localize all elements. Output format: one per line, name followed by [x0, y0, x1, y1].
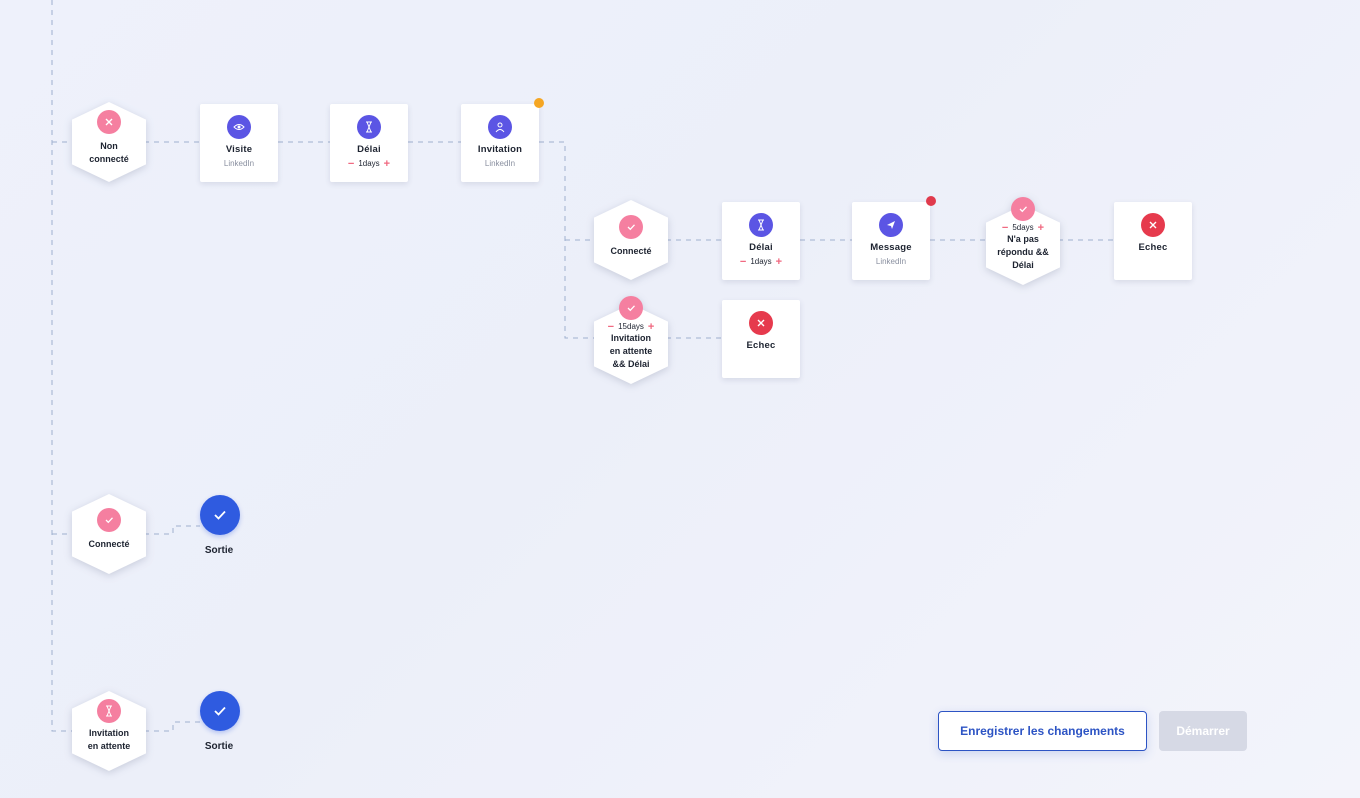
delay-stepper: − 5days +: [1002, 222, 1044, 233]
decrease-button[interactable]: −: [740, 256, 746, 267]
check-icon: [214, 706, 226, 716]
condition-connected[interactable]: Connecté: [72, 494, 146, 574]
condition-label-line1: Invitation: [611, 333, 651, 343]
close-icon: [1141, 213, 1165, 237]
hourglass-icon: [749, 213, 773, 237]
condition-label-line1: N'a pas: [1007, 234, 1039, 244]
condition-label-line2: répondu &&: [997, 247, 1049, 257]
step-fail[interactable]: Echec: [722, 300, 800, 378]
step-title: Echec: [1138, 242, 1168, 253]
start-button[interactable]: Démarrer: [1159, 711, 1247, 751]
close-icon: [97, 110, 121, 134]
step-invitation[interactable]: Invitation LinkedIn: [461, 104, 539, 182]
condition-label: Connecté: [88, 539, 130, 549]
step-title: Message: [870, 242, 912, 253]
delay-value: 5days: [1012, 223, 1034, 232]
save-changes-button[interactable]: Enregistrer les changements: [938, 711, 1147, 751]
step-title: Echec: [746, 340, 776, 351]
step-title: Visite: [225, 144, 253, 155]
step-delay[interactable]: Délai − 1days +: [330, 104, 408, 182]
delay-stepper: − 15days +: [608, 321, 655, 332]
step-channel: LinkedIn: [484, 159, 516, 168]
condition-pending[interactable]: Invitation en attente: [72, 691, 146, 771]
delay-value: 15days: [618, 322, 644, 331]
check-icon: [619, 215, 643, 239]
warning-dot: [534, 98, 544, 108]
condition-label-line3: Délai: [1012, 260, 1034, 270]
check-icon: [97, 508, 121, 532]
send-icon: [879, 213, 903, 237]
hourglass-icon: [97, 699, 121, 723]
step-visit[interactable]: Visite LinkedIn: [200, 104, 278, 182]
condition-label-line3: && Délai: [612, 359, 650, 369]
decrease-button[interactable]: −: [1002, 222, 1008, 233]
increase-button[interactable]: +: [384, 158, 390, 169]
condition-not-connected[interactable]: Non connecté: [72, 102, 146, 182]
delay-stepper: − 1days +: [348, 158, 390, 169]
condition-label: Connecté: [610, 246, 652, 256]
eye-icon: [227, 115, 251, 139]
step-message[interactable]: Message LinkedIn: [852, 202, 930, 280]
increase-button[interactable]: +: [1038, 222, 1044, 233]
condition-pending-delay[interactable]: − 15days + Invitation en attente && Déla…: [594, 296, 668, 384]
step-title: Délai: [357, 144, 381, 155]
condition-label-line1: Non: [100, 141, 118, 151]
exit-node[interactable]: [200, 691, 240, 731]
delay-value: 1days: [750, 257, 772, 266]
exit-label: Sortie: [204, 545, 234, 556]
error-dot: [926, 196, 936, 206]
decrease-button[interactable]: −: [608, 321, 614, 332]
exit-node[interactable]: [200, 495, 240, 535]
increase-button[interactable]: +: [776, 256, 782, 267]
check-icon: [214, 510, 226, 520]
decrease-button[interactable]: −: [348, 158, 354, 169]
user-icon: [488, 115, 512, 139]
condition-label-line2: en attente: [609, 346, 653, 356]
step-channel: LinkedIn: [875, 257, 907, 266]
condition-connected[interactable]: Connecté: [594, 200, 668, 280]
hourglass-icon: [357, 115, 381, 139]
increase-button[interactable]: +: [648, 321, 654, 332]
step-fail[interactable]: Echec: [1114, 202, 1192, 280]
exit-label: Sortie: [204, 741, 234, 752]
condition-no-reply[interactable]: − 5days + N'a pas répondu && Délai: [986, 197, 1060, 285]
step-title: Délai: [749, 242, 773, 253]
close-icon: [749, 311, 773, 335]
step-channel: LinkedIn: [223, 159, 255, 168]
step-title: Invitation: [477, 144, 523, 155]
delay-stepper: − 1days +: [740, 256, 782, 267]
condition-label-line2: connecté: [89, 154, 129, 164]
delay-value: 1days: [358, 159, 380, 168]
condition-label-line2: en attente: [87, 741, 131, 751]
step-delay[interactable]: Délai − 1days +: [722, 202, 800, 280]
condition-label-line1: Invitation: [89, 728, 129, 738]
